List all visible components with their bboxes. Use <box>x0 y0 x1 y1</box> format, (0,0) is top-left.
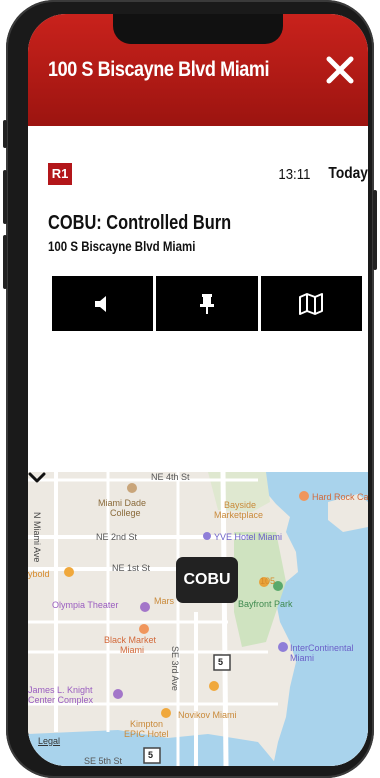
map-label-marketplace: Marketplace <box>214 510 264 520</box>
phone-screen: 100 S Biscayne Blvd Miami R1 13:11 Today… <box>28 14 368 766</box>
map-label-epic: EPIC Hotel <box>124 729 169 739</box>
page-title: 100 S Biscayne Blvd Miami <box>48 58 270 81</box>
action-bar <box>52 276 362 331</box>
phone-frame: 100 S Biscayne Blvd Miami R1 13:11 Today… <box>3 0 377 778</box>
map-background <box>28 472 368 766</box>
mute-switch <box>3 120 7 148</box>
map-legal-link[interactable]: Legal <box>38 736 60 746</box>
speaker-icon <box>94 295 106 312</box>
pin-icon <box>199 293 214 314</box>
map-label-kimpton: Kimpton <box>130 719 164 729</box>
map-label-novikov: Novikov Miami <box>178 710 237 720</box>
map-label-105: 105 <box>260 576 276 586</box>
map-label-center: Center Complex <box>28 695 94 705</box>
close-icon <box>326 56 354 84</box>
map-label-intercontinental-miami: Miami <box>290 653 314 663</box>
volume-down-button <box>3 235 7 289</box>
map-label-ne-4th: NE 4th St <box>151 472 190 482</box>
status-badge: R1 <box>48 163 72 185</box>
incident-address: 100 S Biscayne Blvd Miami <box>48 238 196 254</box>
pin-button[interactable] <box>156 276 258 331</box>
map-label-black-market-miami: Miami <box>120 645 144 655</box>
map-label-dade: Miami Dade <box>98 498 147 508</box>
notch <box>113 14 283 44</box>
map-label-black-market: Black Market <box>104 635 157 645</box>
map-label-intercontinental: InterContinental <box>290 643 354 653</box>
map-label-bold: ybold <box>28 569 50 579</box>
speaker-button[interactable] <box>52 276 154 331</box>
map-button[interactable] <box>260 276 362 331</box>
map-label-ne-1st: NE 1st St <box>112 563 151 573</box>
map-label-college: College <box>110 508 141 518</box>
map-label-olympia: Olympia Theater <box>52 600 119 610</box>
map-shield-5-b: 5 <box>148 750 154 760</box>
map-label-james: James L. Knight <box>28 685 93 695</box>
map-label-mars: Mars <box>154 596 174 606</box>
volume-up-button <box>3 170 7 224</box>
map-label-ne-2nd: NE 2nd St <box>96 532 138 542</box>
map-label-se-3rd-ave: SE 3rd Ave <box>170 646 180 691</box>
incident-time: 13:11 <box>277 166 310 183</box>
map-label-se-5th: SE 5th St <box>84 756 123 766</box>
incident-day: Today <box>328 165 368 182</box>
chevron-down-icon <box>28 472 46 483</box>
map-label-bayfront: Bayfront Park <box>238 599 293 609</box>
incident-panel: R1 13:11 Today COBU: Controlled Burn 100… <box>28 126 368 472</box>
map-label-n-miami-ave: N Miami Ave <box>32 512 42 563</box>
map-label-hardrock: Hard Rock Cafe <box>312 492 368 502</box>
incident-title: COBU: Controlled Burn <box>48 212 232 234</box>
map-marker-callout[interactable]: COBU <box>176 557 238 603</box>
map-view[interactable]: NE 4th St Miami Dade College Bayside Mar… <box>28 472 368 766</box>
close-button[interactable] <box>322 52 358 88</box>
map-shield-5-a: 5 <box>218 657 224 667</box>
map-label-bayside: Bayside <box>224 500 257 510</box>
power-button <box>373 190 377 270</box>
map-icon <box>299 292 324 315</box>
map-label-yve: YVE Hotel Miami <box>214 532 283 542</box>
